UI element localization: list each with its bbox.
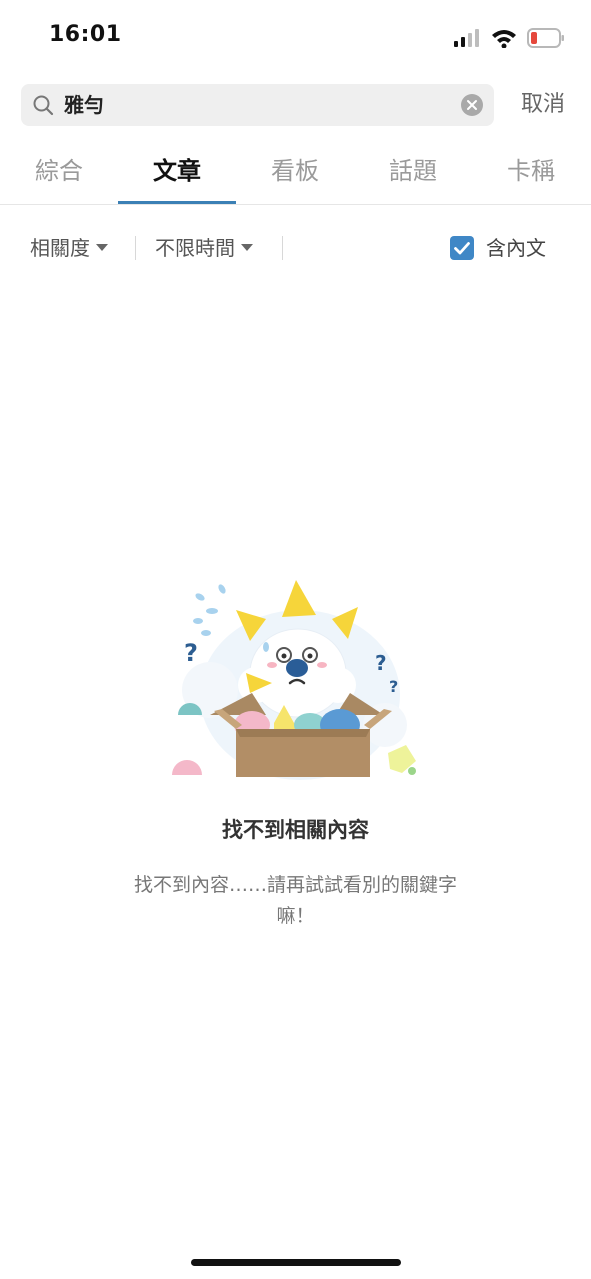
caret-down-icon bbox=[241, 244, 253, 251]
tab-boards[interactable]: 看板 bbox=[236, 140, 354, 204]
active-tab-indicator bbox=[118, 201, 236, 204]
svg-text:?: ? bbox=[389, 677, 398, 696]
tab-topics[interactable]: 話題 bbox=[354, 140, 472, 204]
tab-comprehensive[interactable]: 綜合 bbox=[0, 140, 118, 204]
empty-state-title: 找不到相關內容 bbox=[222, 818, 369, 842]
empty-state-illustration: ? ? ? bbox=[170, 575, 425, 785]
svg-text:?: ? bbox=[375, 651, 387, 675]
wifi-icon bbox=[491, 28, 517, 48]
filter-bar: 相關度 不限時間 含內文 bbox=[0, 226, 591, 270]
checkmark-icon bbox=[454, 242, 470, 255]
time-filter-label: 不限時間 bbox=[155, 236, 235, 260]
status-time: 16:01 bbox=[49, 22, 122, 47]
caret-down-icon bbox=[96, 244, 108, 251]
search-icon bbox=[32, 94, 54, 116]
empty-state-message: 找不到內容……請再試試看別的關鍵字嘛！ bbox=[133, 874, 457, 927]
filter-divider bbox=[282, 236, 283, 260]
svg-text:?: ? bbox=[184, 639, 198, 667]
search-row: 取消 bbox=[21, 84, 573, 126]
time-filter-dropdown[interactable]: 不限時間 bbox=[155, 226, 253, 270]
tab-articles[interactable]: 文章 bbox=[118, 140, 236, 204]
status-bar: 16:01 bbox=[0, 0, 591, 76]
clear-search-icon[interactable] bbox=[460, 93, 484, 117]
battery-icon bbox=[527, 28, 565, 48]
filter-divider bbox=[135, 236, 136, 260]
include-content-label[interactable]: 含內文 bbox=[486, 226, 546, 270]
tab-card-names[interactable]: 卡稱 bbox=[472, 140, 590, 204]
search-box[interactable] bbox=[21, 84, 494, 126]
sort-filter-label: 相關度 bbox=[30, 236, 90, 260]
sort-filter-dropdown[interactable]: 相關度 bbox=[30, 226, 108, 270]
include-content-checkbox[interactable] bbox=[450, 236, 474, 260]
search-result-tabs: 綜合 文章 看板 話題 卡稱 bbox=[0, 140, 591, 205]
cellular-signal-icon bbox=[453, 29, 481, 47]
search-input[interactable] bbox=[64, 84, 444, 126]
status-icons bbox=[453, 26, 565, 50]
home-indicator[interactable] bbox=[191, 1259, 401, 1266]
cancel-button[interactable]: 取消 bbox=[521, 84, 565, 126]
